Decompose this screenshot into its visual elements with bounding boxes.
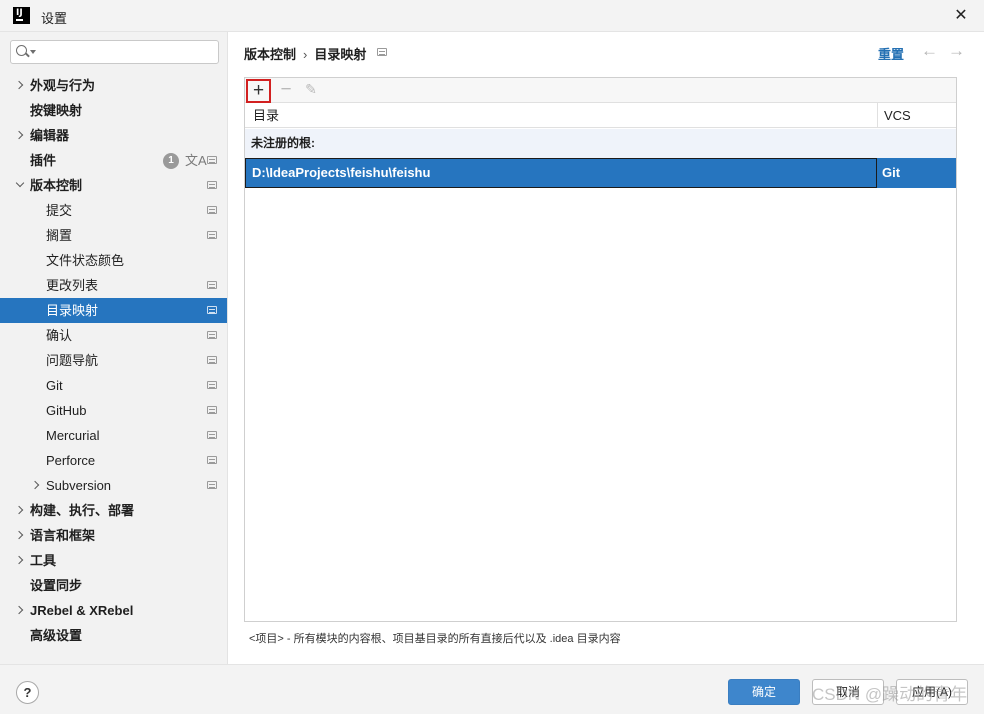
sidebar-item-mercurial[interactable]: Mercurial — [0, 423, 227, 448]
sidebar-item-confirmation[interactable]: 确认 — [0, 323, 227, 348]
chevron-right-icon[interactable] — [14, 548, 26, 573]
reset-link[interactable]: 重置 — [878, 44, 904, 63]
project-scope-icon — [207, 456, 217, 464]
directory-mappings-panel: + − ✎ 目录 VCS 未注册的根: D:\IdeaProjects\feis… — [244, 77, 957, 622]
sidebar-item-github[interactable]: GitHub — [0, 398, 227, 423]
sidebar-item-build-execution-deployment[interactable]: 构建、执行、部署 — [0, 498, 227, 523]
chevron-right-icon[interactable] — [14, 73, 26, 98]
close-icon[interactable]: ✕ — [938, 0, 984, 32]
chevron-right-icon[interactable] — [14, 523, 26, 548]
project-scope-icon — [207, 156, 217, 164]
sidebar-item-issue-navigation[interactable]: 问题导航 — [0, 348, 227, 373]
sidebar-item-subversion[interactable]: Subversion — [0, 473, 227, 498]
breadcrumb: 版本控制 › 目录映射 — [244, 44, 366, 62]
intellij-logo-icon: IJ — [13, 7, 30, 24]
update-count-badge: 1 — [163, 153, 179, 169]
sidebar-item-languages-frameworks[interactable]: 语言和框架 — [0, 523, 227, 548]
project-scope-icon — [207, 406, 217, 414]
project-scope-icon — [377, 48, 387, 56]
breadcrumb-separator: › — [303, 47, 308, 62]
ok-button[interactable]: 确定 — [728, 679, 800, 705]
window-title: 设置 — [41, 11, 68, 26]
project-scope-icon — [207, 231, 217, 239]
sidebar-item-jrebel[interactable]: JRebel & XRebel — [0, 598, 227, 623]
project-scope-icon — [207, 481, 217, 489]
chevron-down-icon[interactable] — [30, 50, 36, 54]
sidebar-item-advanced-settings[interactable]: 高级设置 — [0, 623, 227, 648]
project-scope-icon — [207, 181, 217, 189]
column-divider[interactable] — [877, 103, 878, 128]
sidebar-item-shelf[interactable]: 搁置 — [0, 223, 227, 248]
search-field[interactable] — [10, 40, 219, 64]
add-icon[interactable]: + — [246, 79, 271, 103]
breadcrumb-item-version-control[interactable]: 版本控制 — [244, 44, 296, 63]
sidebar-item-keymap[interactable]: 按键映射 — [0, 98, 227, 123]
sidebar-item-tools[interactable]: 工具 — [0, 548, 227, 573]
chevron-right-icon[interactable] — [14, 598, 26, 623]
sidebar-item-git[interactable]: Git — [0, 373, 227, 398]
chevron-right-icon[interactable] — [30, 473, 42, 498]
watermark: CSDN @躁动的青年 — [812, 685, 968, 704]
breadcrumb-item-directory-mappings: 目录映射 — [314, 47, 367, 62]
column-header-vcs[interactable]: VCS — [884, 103, 911, 128]
title-bar: IJ 设置 ✕ — [0, 0, 984, 32]
settings-sidebar: 外观与行为 按键映射 编辑器 插件 1 文A 版本控制 提交 搁置 文件状态颜色… — [0, 32, 228, 664]
column-header-directory[interactable]: 目录 — [253, 103, 279, 128]
chevron-right-icon[interactable] — [14, 498, 26, 523]
back-arrow-icon[interactable]: ← — [921, 41, 938, 61]
sidebar-item-appearance[interactable]: 外观与行为 — [0, 73, 227, 98]
project-scope-icon — [207, 331, 217, 339]
sidebar-item-file-status-colors[interactable]: 文件状态颜色 — [0, 248, 227, 273]
directory-cell[interactable]: D:\IdeaProjects\feishu\feishu — [245, 158, 877, 188]
sidebar-item-version-control[interactable]: 版本控制 — [0, 173, 227, 198]
project-scope-icon — [207, 381, 217, 389]
chevron-down-icon[interactable] — [14, 173, 26, 198]
project-scope-icon — [207, 356, 217, 364]
table-toolbar: + − ✎ — [245, 78, 956, 103]
hint-text: <项目> - 所有模块的内容根、项目基目录的所有直接后代以及 .idea 目录内… — [249, 633, 621, 645]
help-icon[interactable]: ? — [16, 681, 39, 704]
sidebar-item-commit[interactable]: 提交 — [0, 198, 227, 223]
sidebar-item-changelists[interactable]: 更改列表 — [0, 273, 227, 298]
project-scope-icon — [207, 281, 217, 289]
sidebar-item-plugins[interactable]: 插件 1 文A — [0, 148, 227, 173]
sidebar-item-editor[interactable]: 编辑器 — [0, 123, 227, 148]
vcs-cell[interactable]: Git — [882, 158, 900, 188]
unregistered-roots-group: 未注册的根: — [245, 129, 956, 158]
table-header: 目录 VCS — [245, 103, 956, 128]
sidebar-item-perforce[interactable]: Perforce — [0, 448, 227, 473]
project-scope-icon — [207, 306, 217, 314]
table-row[interactable]: D:\IdeaProjects\feishu\feishu Git — [245, 158, 956, 188]
remove-icon[interactable]: − — [277, 80, 295, 99]
search-icon — [16, 45, 27, 56]
edit-icon[interactable]: ✎ — [303, 81, 319, 98]
translate-icon: 文A — [185, 153, 207, 168]
search-input[interactable] — [39, 43, 214, 61]
project-scope-icon — [207, 206, 217, 214]
chevron-right-icon[interactable] — [14, 123, 26, 148]
sidebar-item-settings-sync[interactable]: 设置同步 — [0, 573, 227, 598]
project-scope-icon — [207, 431, 217, 439]
forward-arrow-icon[interactable]: → — [948, 41, 965, 61]
sidebar-item-directory-mappings[interactable]: 目录映射 — [0, 298, 227, 323]
